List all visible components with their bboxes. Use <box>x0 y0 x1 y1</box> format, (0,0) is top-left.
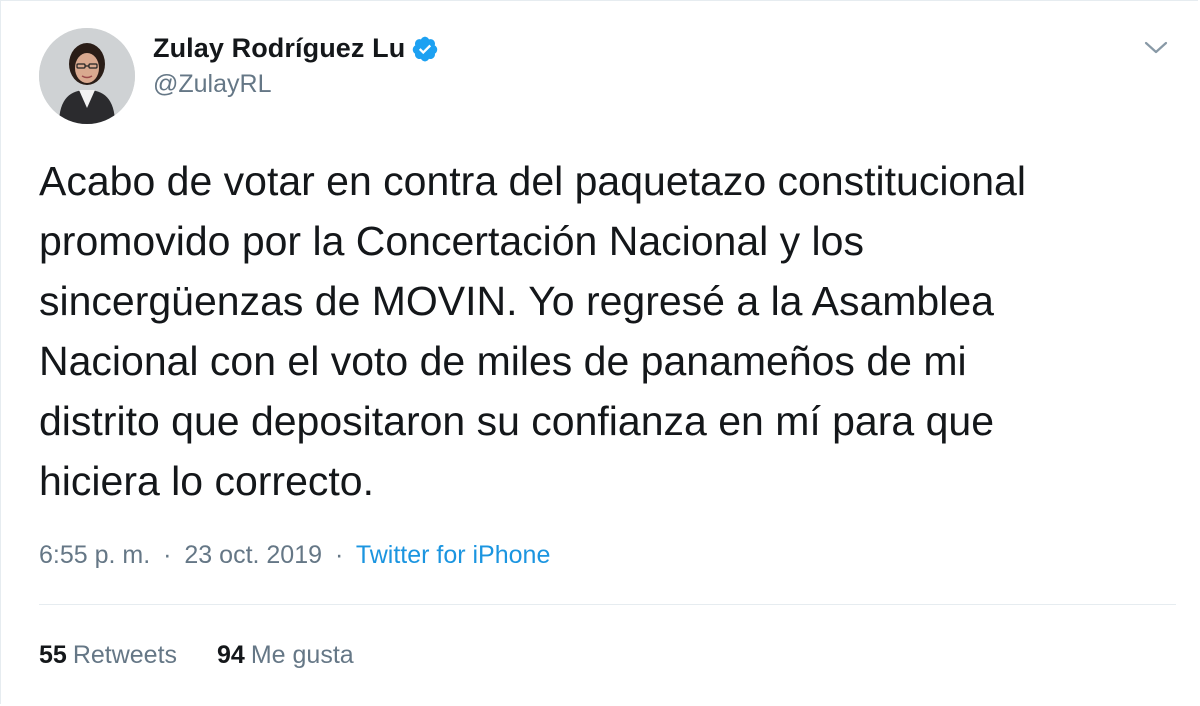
tweet-header: Zulay Rodríguez Lu @ZulayRL <box>39 28 439 124</box>
user-name-row[interactable]: Zulay Rodríguez Lu <box>153 33 439 64</box>
likes-label: Me gusta <box>250 641 354 669</box>
tweet-text-line: hiciera lo correcto. <box>39 458 374 504</box>
chevron-down-icon[interactable] <box>1142 37 1170 59</box>
tweet-text-line: promovido por la Concertación Nacional y… <box>39 218 864 264</box>
meta-separator: · <box>334 541 344 569</box>
display-name[interactable]: Zulay Rodríguez Lu <box>153 33 405 64</box>
retweets-label: Retweets <box>72 641 178 669</box>
tweet-text-line: distrito que depositaron su confianza en… <box>39 398 994 444</box>
tweet-stats: 55 Retweets 94 Me gusta <box>39 641 394 670</box>
retweets-count: 55 <box>39 641 67 669</box>
tweet-text-line: Nacional con el voto de miles de panameñ… <box>39 338 967 384</box>
tweet-source-link[interactable]: Twitter for iPhone <box>356 541 551 569</box>
verified-badge-icon <box>411 35 439 63</box>
likes-stat[interactable]: 94 Me gusta <box>217 641 354 670</box>
meta-separator: · <box>163 541 172 569</box>
avatar-image <box>39 28 135 124</box>
user-handle[interactable]: @ZulayRL <box>153 70 439 99</box>
tweet-text: Acabo de votar en contra del paquetazo c… <box>39 151 1179 511</box>
tweet-time[interactable]: 6:55 p. m. <box>39 541 150 569</box>
tweet-date[interactable]: 23 oct. 2019 <box>184 541 322 569</box>
retweets-stat[interactable]: 55 Retweets <box>39 641 177 670</box>
tweet-text-line: Acabo de votar en contra del paquetazo c… <box>39 158 1026 204</box>
avatar[interactable] <box>39 28 135 124</box>
user-info: Zulay Rodríguez Lu @ZulayRL <box>153 33 439 99</box>
tweet-meta: 6:55 p. m. · 23 oct. 2019 · Twitter for … <box>39 541 550 570</box>
tweet-card: Zulay Rodríguez Lu @ZulayRL Acabo de vot… <box>0 0 1198 704</box>
divider <box>39 604 1176 605</box>
likes-count: 94 <box>217 641 245 669</box>
tweet-text-line: sincergüenzas de MOVIN. Yo regresé a la … <box>39 278 994 324</box>
